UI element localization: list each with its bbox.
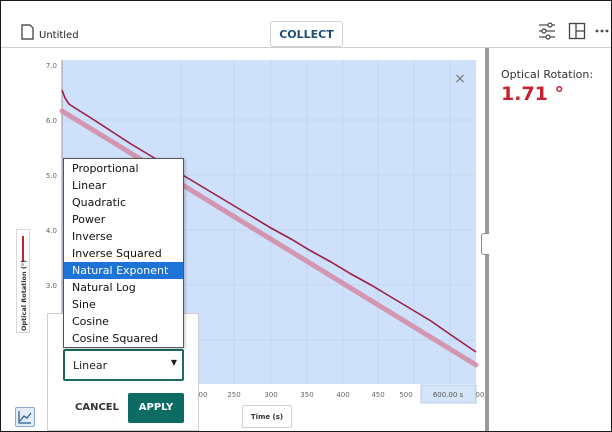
x-axis-label[interactable]: Time (s)	[242, 405, 292, 428]
fit-option[interactable]: Quadratic	[64, 194, 183, 211]
x-tick-label: 500	[399, 391, 412, 399]
x-tick-label: 00	[476, 391, 484, 399]
fit-type-selected: Linear	[73, 359, 108, 372]
graph-tools-icon	[18, 411, 32, 424]
y-tick-label: 4.0	[46, 227, 57, 235]
x-tick-label: 350	[300, 391, 313, 399]
sliders-icon[interactable]	[537, 22, 557, 40]
y-axis-label: Optical Rotation (°)	[20, 259, 28, 331]
app-frame: Untitled COLLECT 7.0 6.0 5.0 4.0 3.0 × 0…	[0, 0, 612, 432]
document-title[interactable]: Untitled	[39, 30, 79, 42]
x-tick-label: 250	[227, 391, 240, 399]
graph-tools-button[interactable]	[15, 407, 35, 427]
apply-button[interactable]: APPLY	[128, 393, 184, 423]
cancel-button[interactable]: CANCEL	[69, 393, 125, 423]
y-tick-label: 3.0	[46, 282, 57, 290]
fit-option[interactable]: Cosine	[64, 313, 183, 330]
x-tick-label: 00	[199, 391, 208, 399]
top-bar: Untitled COLLECT	[1, 1, 611, 48]
fit-option[interactable]: Natural Log	[64, 279, 183, 296]
meter-value[interactable]: 1.71 °	[501, 83, 564, 105]
chevron-down-icon: ▼	[170, 358, 177, 367]
series-color-indicator	[22, 236, 24, 262]
y-tick-label: 5.0	[46, 172, 57, 180]
fit-type-select[interactable]: Linear ▼	[63, 349, 184, 381]
fit-option[interactable]: Proportional	[64, 160, 183, 177]
fit-option[interactable]: Inverse Squared	[64, 245, 183, 262]
fit-option[interactable]: Inverse	[64, 228, 183, 245]
fit-type-dropdown-list: Proportional Linear Quadratic Power Inve…	[63, 158, 184, 348]
y-axis-label-box[interactable]: Optical Rotation (°)	[16, 229, 30, 333]
fit-option[interactable]: Sine	[64, 296, 183, 313]
fit-option-highlighted[interactable]: Natural Exponent	[64, 262, 183, 279]
x-tick-label: 450	[371, 391, 384, 399]
document-icon	[21, 24, 34, 40]
close-graph-icon[interactable]: ×	[454, 71, 466, 87]
x-range-label[interactable]: 600.00 s	[433, 391, 464, 399]
fit-option[interactable]: Cosine Squared	[64, 330, 183, 347]
layout-icon[interactable]	[568, 22, 586, 40]
fit-option[interactable]: Power	[64, 211, 183, 228]
y-tick-label: 7.0	[46, 62, 57, 70]
x-tick-label: 400	[336, 391, 349, 399]
y-tick-label: 6.0	[46, 117, 57, 125]
x-tick-label: 300	[264, 391, 277, 399]
fit-option[interactable]: Linear	[64, 177, 183, 194]
meter-label: Optical Rotation:	[501, 68, 594, 81]
collect-button[interactable]: COLLECT	[270, 21, 343, 47]
meter-panel: Optical Rotation: 1.71 °	[489, 48, 611, 431]
more-icon[interactable]	[595, 29, 609, 33]
